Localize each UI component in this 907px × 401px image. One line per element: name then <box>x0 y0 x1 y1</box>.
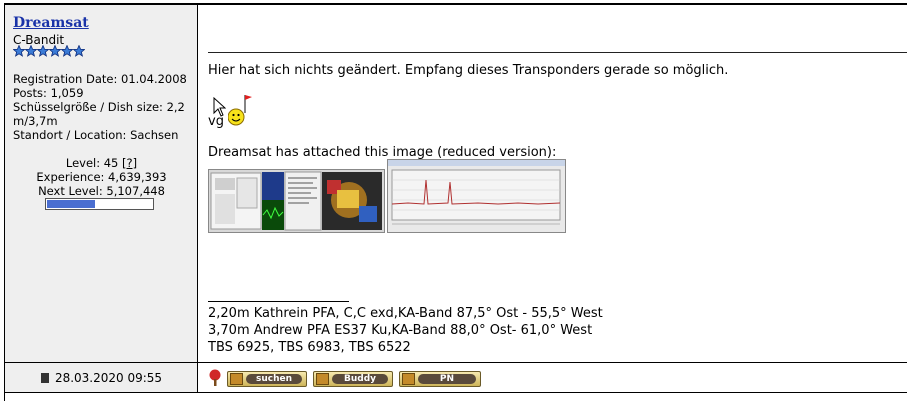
level-label: Level: 45 <box>65 156 119 170</box>
dish-size: Schüsselgröße / Dish size: 2,2 <box>13 100 185 114</box>
post-message: Hier hat sich nichts geändert. Empfang d… <box>208 63 729 78</box>
rank-stars <box>13 45 85 57</box>
search-button[interactable]: suchen <box>227 371 307 387</box>
buddy-button[interactable]: Buddy <box>313 371 393 387</box>
post-body: Hier hat sich nichts geändert. Empfang d… <box>198 5 907 362</box>
pm-icon <box>402 373 415 385</box>
screenshot-thumbnail <box>209 170 384 232</box>
smiley-flag-icon <box>228 95 252 126</box>
forum-post: Dreamsat C-Bandit Registration Date: 01.… <box>4 3 907 401</box>
post-divider <box>208 52 907 53</box>
post-count: Posts: 1,059 <box>13 86 84 100</box>
signature-line-3: TBS 6925, TBS 6983, TBS 6522 <box>208 340 411 355</box>
next-level: Next Level: 5,107,448 <box>38 184 165 198</box>
level-progress-bar <box>45 198 154 210</box>
registration-date: Registration Date: 01.04.2008 <box>13 72 187 86</box>
level-help-link[interactable]: [?] <box>122 156 137 170</box>
spectrum-thumbnail <box>388 160 565 232</box>
dish-size-cont: m/3,7m <box>13 114 58 128</box>
user-info: Registration Date: 01.04.2008 Posts: 1,0… <box>13 72 193 142</box>
search-button-label: suchen <box>246 374 302 384</box>
post-footer-date: 28.03.2020 09:55 <box>5 362 198 393</box>
rank-stars-icon <box>13 45 85 57</box>
signature: 2,20m Kathrein PFA, C,C exd,KA-Band 87,5… <box>208 305 603 356</box>
location: Standort / Location: Sachsen <box>13 128 179 142</box>
attachment-thumbnail-2[interactable] <box>387 159 566 233</box>
user-sidebar: Dreamsat C-Bandit Registration Date: 01.… <box>5 5 198 362</box>
pm-button-label: PN <box>418 374 476 384</box>
signature-line-2: 3,70m Andrew PFA ES37 Ku,KA-Band 88,0° O… <box>208 323 593 338</box>
buddy-button-label: Buddy <box>332 374 388 384</box>
pm-button[interactable]: PN <box>399 371 481 387</box>
level-block: Level: 45 [?] Experience: 4,639,393 Next… <box>5 156 198 198</box>
signature-divider <box>208 301 349 302</box>
experience: Experience: 4,639,393 <box>36 170 167 184</box>
signature-line-1: 2,20m Kathrein PFA, C,C exd,KA-Band 87,5… <box>208 306 603 321</box>
search-icon <box>230 373 243 385</box>
post-icon <box>40 373 49 383</box>
post-footer-actions: suchen Buddy PN <box>198 362 907 393</box>
attachment-caption: Dreamsat has attached this image (reduce… <box>208 145 557 160</box>
post-date: 28.03.2020 09:55 <box>54 371 163 385</box>
buddy-icon <box>316 373 329 385</box>
report-post-icon[interactable] <box>206 369 224 387</box>
attachment-thumbnail-1[interactable] <box>208 169 385 233</box>
level-progress-fill <box>47 200 95 208</box>
username-link[interactable]: Dreamsat <box>13 15 89 31</box>
post-closing: vg <box>208 114 224 129</box>
